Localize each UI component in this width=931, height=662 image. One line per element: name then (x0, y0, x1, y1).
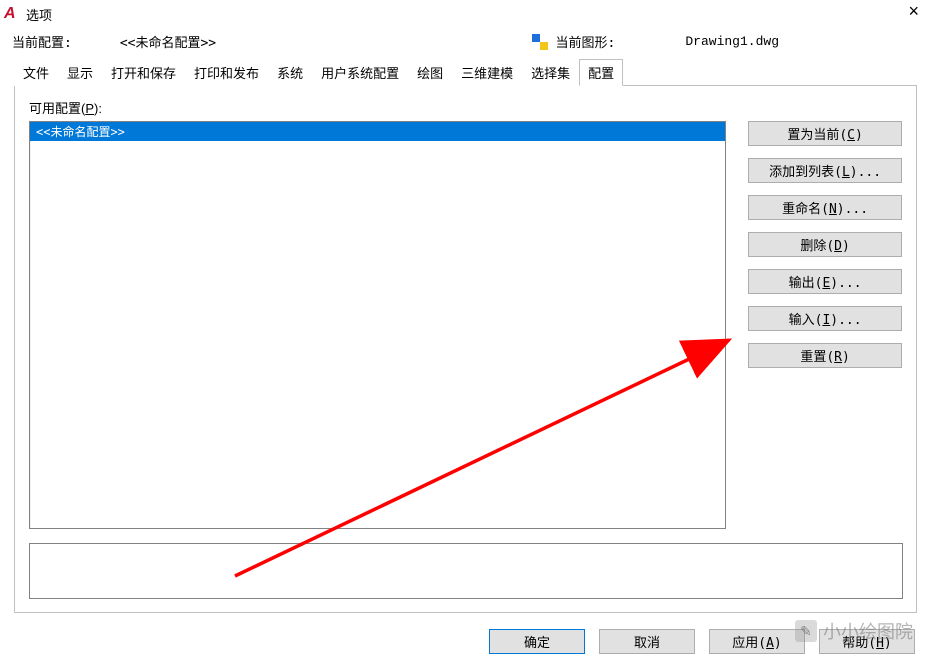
tab-panel-profiles: 可用配置(P): <<未命名配置>> 置为当前(C) 添加到列表(L)... 重… (14, 85, 917, 613)
tab-display[interactable]: 显示 (58, 59, 102, 86)
drawing-icon (532, 34, 548, 50)
titlebar: A 选项 × (0, 0, 931, 26)
tab-print-publish[interactable]: 打印和发布 (185, 59, 268, 86)
current-drawing-value: Drawing1.dwg (685, 34, 779, 49)
tab-profiles[interactable]: 配置 (579, 59, 623, 86)
current-drawing-label: 当前图形: (556, 32, 616, 51)
apply-button[interactable]: 应用(A) (709, 629, 805, 654)
import-button[interactable]: 输入(I)... (748, 306, 902, 331)
watermark: ✎ 小小绘图院 (795, 618, 913, 644)
set-current-button[interactable]: 置为当前(C) (748, 121, 902, 146)
available-profiles-label: 可用配置(P): (29, 98, 902, 117)
current-profile-label: 当前配置: (12, 32, 72, 51)
list-item[interactable]: <<未命名配置>> (30, 122, 725, 141)
tab-user-prefs[interactable]: 用户系统配置 (312, 59, 408, 86)
tab-strip: 文件 显示 打开和保存 打印和发布 系统 用户系统配置 绘图 三维建模 选择集 … (14, 59, 917, 86)
tab-file[interactable]: 文件 (14, 59, 58, 86)
tab-3d-modeling[interactable]: 三维建模 (452, 59, 522, 86)
current-drawing-block: 当前图形: Drawing1.dwg (532, 32, 779, 51)
current-profile-block: 当前配置: <<未命名配置>> (12, 32, 216, 51)
tab-selection[interactable]: 选择集 (522, 59, 579, 86)
delete-button[interactable]: 删除(D) (748, 232, 902, 257)
rename-button[interactable]: 重命名(N)... (748, 195, 902, 220)
info-row: 当前配置: <<未命名配置>> 当前图形: Drawing1.dwg (0, 26, 931, 59)
cancel-button[interactable]: 取消 (599, 629, 695, 654)
add-to-list-button[interactable]: 添加到列表(L)... (748, 158, 902, 183)
tab-drafting[interactable]: 绘图 (408, 59, 452, 86)
ok-button[interactable]: 确定 (489, 629, 585, 654)
reset-button[interactable]: 重置(R) (748, 343, 902, 368)
watermark-icon: ✎ (795, 620, 817, 642)
tab-area: 文件 显示 打开和保存 打印和发布 系统 用户系统配置 绘图 三维建模 选择集 … (14, 59, 917, 613)
side-buttons: 置为当前(C) 添加到列表(L)... 重命名(N)... 删除(D) 输出(E… (748, 121, 902, 529)
profiles-listbox[interactable]: <<未命名配置>> (29, 121, 726, 529)
export-button[interactable]: 输出(E)... (748, 269, 902, 294)
tab-open-save[interactable]: 打开和保存 (102, 59, 185, 86)
app-icon: A (4, 6, 20, 22)
current-profile-value: <<未命名配置>> (120, 32, 216, 51)
tab-system[interactable]: 系统 (268, 59, 312, 86)
close-icon[interactable]: × (908, 2, 919, 20)
description-box (29, 543, 903, 599)
window-title: 选项 (26, 5, 52, 24)
watermark-text: 小小绘图院 (823, 618, 913, 644)
